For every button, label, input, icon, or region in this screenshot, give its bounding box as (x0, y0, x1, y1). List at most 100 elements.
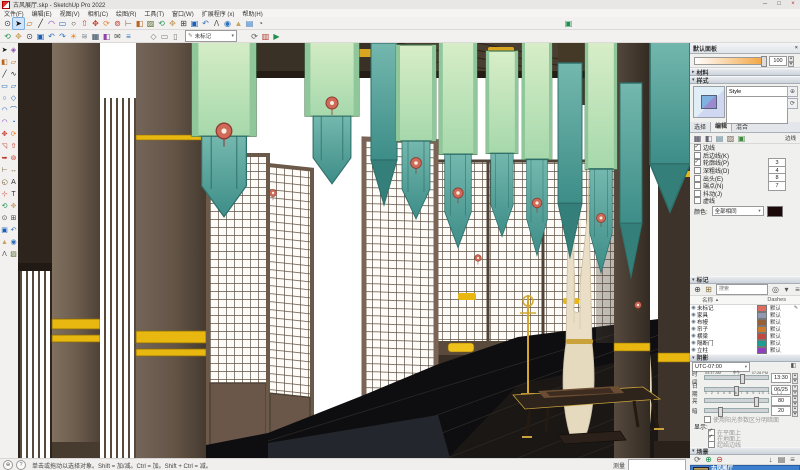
dark-slider[interactable] (704, 406, 769, 417)
axes-icon[interactable]: ⊹ (0, 188, 9, 200)
move-icon[interactable]: ✥ (0, 128, 9, 140)
circle-icon[interactable]: ○ (68, 18, 79, 29)
section-plane-icon[interactable]: ▨ (145, 18, 156, 29)
add-tag-folder-icon[interactable]: ⊞ (703, 284, 714, 295)
light-value[interactable]: 80 (771, 395, 791, 406)
rectangle-icon[interactable]: ▭ (0, 80, 9, 92)
paint-bucket-icon[interactable]: ◧ (0, 56, 9, 68)
tag-color-swatch[interactable] (757, 318, 767, 326)
shadow-toggle-icon[interactable]: ◧ (789, 362, 798, 371)
panel-header-styles[interactable]: ▾ 样式 (690, 76, 800, 85)
remove-scene-icon[interactable]: ⊖ (714, 454, 725, 465)
previous-view-icon[interactable]: ↶ (200, 18, 211, 29)
line-icon[interactable]: ╱ (35, 18, 46, 29)
eye-icon[interactable]: ◉ (690, 319, 697, 325)
tag-color-swatch[interactable] (757, 311, 767, 319)
help-icon[interactable]: ? (16, 460, 26, 470)
endpoints-value[interactable]: 7 (768, 180, 786, 191)
style-thumbnail[interactable] (693, 86, 725, 118)
zoom-extents-icon[interactable]: ▣ (0, 224, 9, 236)
view-front-icon[interactable]: ▯ (170, 31, 181, 42)
model-info-icon[interactable]: ≡ (123, 31, 134, 42)
previous-view-icon[interactable]: ↶ (46, 31, 57, 42)
date-picker[interactable]: ▾ ▾ (792, 385, 798, 397)
back-edges-checkbox[interactable] (694, 151, 701, 159)
light-spinner[interactable]: ▲ ▼ (792, 396, 798, 408)
extension-checkbox[interactable] (694, 174, 701, 182)
tag-color-swatch[interactable] (757, 332, 767, 340)
polygon-icon[interactable]: ◇ (9, 92, 18, 104)
date-slider[interactable]: 1 2 3 4 5 6 7 8 9 10 11 12 (704, 385, 782, 396)
tag-dash-value[interactable]: 默认 (767, 346, 792, 354)
walk-icon[interactable]: Λ (211, 18, 222, 29)
time-value[interactable]: 13:30 (771, 372, 791, 383)
user-account-icon[interactable]: ◔ (255, 18, 266, 29)
eraser-icon[interactable]: ▱ (24, 18, 35, 29)
paint-bucket-icon[interactable]: ◧ (134, 18, 145, 29)
time-slider[interactable]: 04:37 AM 中午 07:28 PM (704, 371, 769, 384)
tag-color-swatch[interactable] (757, 325, 767, 333)
active-tag-dropdown[interactable]: ✎ 未标记 ▾ (185, 30, 237, 42)
pan-icon[interactable]: ✥ (13, 31, 24, 42)
tag-options-icon[interactable]: ≡ (792, 284, 800, 295)
play-green-icon[interactable]: ▶ (271, 31, 282, 42)
update-scene-icon[interactable]: ⟳ (692, 454, 703, 465)
pan-icon[interactable]: ✥ (9, 200, 18, 212)
styles-icon[interactable]: ▦ (90, 31, 101, 42)
scale-icon[interactable]: ◹ (0, 140, 9, 152)
zoom-icon[interactable]: ⊙ (0, 212, 9, 224)
dark-spinner[interactable]: ▲ ▼ (792, 406, 798, 418)
rotated-rectangle-icon[interactable]: ▱ (9, 80, 18, 92)
time-spinner[interactable]: ▲ ▼ (792, 373, 798, 385)
position-camera-icon[interactable]: ▲ (0, 236, 9, 248)
add-scene-icon[interactable]: ⊕ (703, 454, 714, 465)
materials-icon[interactable]: ◧ (101, 31, 112, 42)
pie-icon[interactable]: ◔ (9, 116, 18, 128)
xray-style-icon[interactable]: ▤ (244, 18, 255, 29)
purge-tags-icon[interactable]: ◎ (770, 284, 781, 295)
update-style-button[interactable]: ⟳ (787, 98, 798, 109)
look-around-icon[interactable]: ◉ (9, 236, 18, 248)
rotate-icon[interactable]: ⟳ (101, 18, 112, 29)
zoom-extents-icon[interactable]: ▣ (189, 18, 200, 29)
zoom-extents-icon[interactable]: ▣ (35, 31, 46, 42)
zoom-window-icon[interactable]: ⊞ (9, 212, 18, 224)
dimension-icon[interactable]: ↔ (9, 164, 18, 176)
three-point-arc-icon[interactable]: ◠ (0, 116, 9, 128)
col-dashes-label[interactable]: Dashes (767, 297, 786, 303)
use-sun-checkbox[interactable] (704, 416, 711, 424)
next-view-icon[interactable]: ↷ (57, 31, 68, 42)
offset-icon[interactable]: ⊚ (112, 18, 123, 29)
circle-icon[interactable]: ○ (0, 92, 9, 104)
add-tag-icon[interactable]: ⊕ (692, 284, 703, 295)
follow-me-icon[interactable]: ➥ (0, 152, 9, 164)
move-icon[interactable]: ✥ (90, 18, 101, 29)
zoom-icon[interactable]: ⊙ (24, 31, 35, 42)
orbit-icon[interactable]: ⟲ (2, 31, 13, 42)
line-icon[interactable]: ╱ (0, 68, 9, 80)
background-settings-icon[interactable]: ▤ (714, 133, 725, 144)
offset-icon[interactable]: ⊚ (9, 152, 18, 164)
depth-cue-checkbox[interactable] (694, 167, 701, 175)
arc-icon[interactable]: ◠ (46, 18, 57, 29)
endpoints-checkbox[interactable] (694, 182, 701, 190)
move-scene-icon[interactable]: ↓ (765, 454, 776, 465)
panel-header-tags[interactable]: ▾ 标记 (690, 275, 800, 284)
col-name-label[interactable]: 名称 (702, 296, 713, 304)
edge-settings-icon[interactable]: ▦ (692, 133, 703, 144)
opacity-value[interactable]: 100 (769, 55, 787, 66)
eye-icon[interactable]: ◉ (690, 333, 697, 339)
tag-color-swatch[interactable] (757, 346, 767, 354)
shadows-toggle-icon[interactable]: ☀ (68, 31, 79, 42)
tag-color-swatch[interactable] (757, 304, 767, 312)
section-plane-icon[interactable]: ▨ (9, 248, 18, 260)
rectangle-icon[interactable]: ▭ (57, 18, 68, 29)
tape-measure-icon[interactable]: ⊢ (123, 18, 134, 29)
two-point-arc-icon[interactable]: ⌒ (9, 104, 18, 116)
view-iso-icon[interactable]: ◇ (148, 31, 159, 42)
pan-icon[interactable]: ✥ (167, 18, 178, 29)
edges-checkbox[interactable] (694, 144, 701, 152)
eye-icon[interactable]: ◉ (690, 326, 697, 332)
edge-color-mode-select[interactable]: 全部相同 ▾ (711, 206, 764, 217)
face-settings-icon[interactable]: ◧ (703, 133, 714, 144)
